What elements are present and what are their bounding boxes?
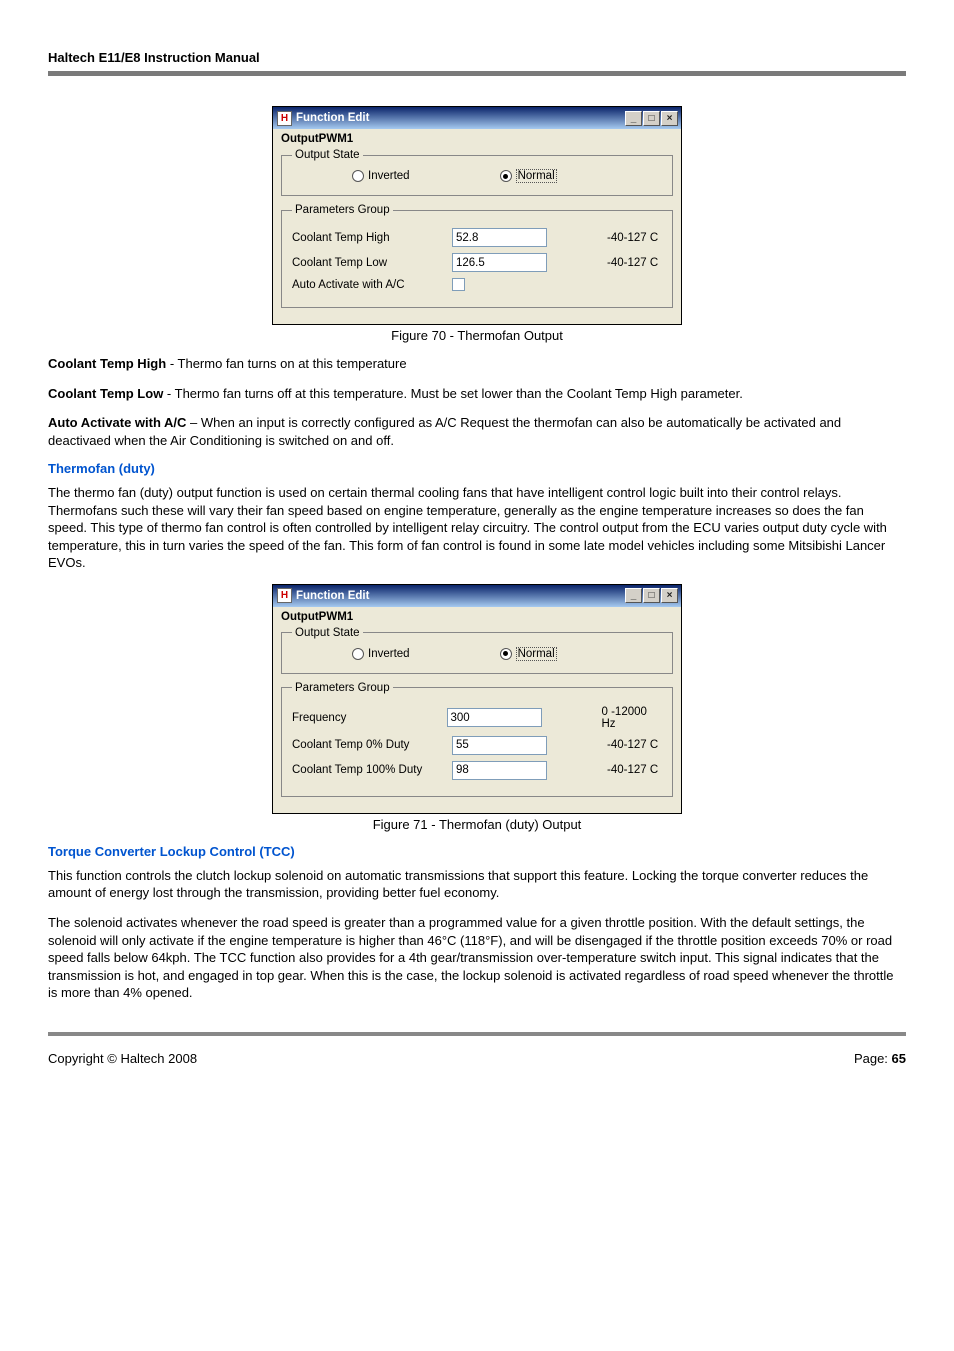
param-range: -40-127 C: [607, 257, 658, 269]
radio-normal[interactable]: [500, 170, 512, 182]
param-row-coolant-high: Coolant Temp High -40-127 C: [292, 228, 662, 247]
parameters-group: Parameters Group Frequency 0 -12000 Hz C…: [281, 682, 673, 797]
param-label: Coolant Temp 100% Duty: [292, 764, 452, 776]
param-label: Coolant Temp Low: [292, 257, 452, 269]
radio-inverted-label: Inverted: [368, 170, 410, 182]
radio-normal[interactable]: [500, 648, 512, 660]
thermofan-duty-body: The thermo fan (duty) output function is…: [48, 484, 906, 572]
term: Coolant Temp High: [48, 356, 166, 371]
header-rule: [48, 71, 906, 76]
section-tcc: Torque Converter Lockup Control (TCC): [48, 844, 906, 859]
param-row-duty-0: Coolant Temp 0% Duty -40-127 C: [292, 736, 662, 755]
radio-inverted[interactable]: [352, 648, 364, 660]
radio-normal-label: Normal: [516, 647, 557, 661]
function-edit-dialog-1: H Function Edit _ □ × OutputPWM1 Output …: [272, 106, 682, 325]
close-button[interactable]: ×: [661, 111, 678, 126]
param-label: Auto Activate with A/C: [292, 279, 452, 291]
footer-rule: [48, 1032, 906, 1036]
term: Coolant Temp Low: [48, 386, 163, 401]
param-row-auto-activate: Auto Activate with A/C: [292, 278, 662, 291]
coolant-low-desc: Coolant Temp Low - Thermo fan turns off …: [48, 385, 906, 403]
frequency-input[interactable]: [447, 708, 542, 727]
definition: - Thermo fan turns off at this temperatu…: [163, 386, 743, 401]
output-state-legend: Output State: [292, 149, 363, 161]
maximize-button[interactable]: □: [643, 111, 660, 126]
figure-caption-71: Figure 71 - Thermofan (duty) Output: [48, 817, 906, 832]
page-number: Page: 65: [854, 1051, 906, 1066]
output-state-group: Output State Inverted Normal: [281, 149, 673, 196]
section-thermofan-duty: Thermofan (duty): [48, 461, 906, 476]
duty-100-input[interactable]: [452, 761, 547, 780]
function-edit-dialog-2: H Function Edit _ □ × OutputPWM1 Output …: [272, 584, 682, 814]
param-range: 0 -12000 Hz: [602, 706, 663, 730]
parameters-legend: Parameters Group: [292, 682, 393, 694]
parameters-legend: Parameters Group: [292, 204, 393, 216]
definition: - Thermo fan turns on at this temperatur…: [166, 356, 406, 371]
dialog-titlebar: H Function Edit _ □ ×: [273, 107, 681, 129]
param-range: -40-127 C: [607, 232, 658, 244]
figure-caption-70: Figure 70 - Thermofan Output: [48, 328, 906, 343]
app-icon: H: [277, 111, 292, 126]
duty-0-input[interactable]: [452, 736, 547, 755]
dialog-title: Function Edit: [296, 112, 369, 124]
close-button[interactable]: ×: [661, 588, 678, 603]
page-label: Page:: [854, 1051, 892, 1066]
param-row-duty-100: Coolant Temp 100% Duty -40-127 C: [292, 761, 662, 780]
coolant-high-desc: Coolant Temp High - Thermo fan turns on …: [48, 355, 906, 373]
output-name: OutputPWM1: [281, 611, 673, 623]
radio-inverted[interactable]: [352, 170, 364, 182]
param-label: Coolant Temp High: [292, 232, 452, 244]
param-row-frequency: Frequency 0 -12000 Hz: [292, 706, 662, 730]
coolant-low-input[interactable]: [452, 253, 547, 272]
output-name: OutputPWM1: [281, 133, 673, 145]
page-header: Haltech E11/E8 Instruction Manual: [48, 50, 906, 65]
dialog-titlebar: H Function Edit _ □ ×: [273, 585, 681, 607]
term: Auto Activate with A/C: [48, 415, 186, 430]
param-range: -40-127 C: [607, 764, 658, 776]
tcc-body-2: The solenoid activates whenever the road…: [48, 914, 906, 1002]
dialog-title: Function Edit: [296, 590, 369, 602]
tcc-body-1: This function controls the clutch lockup…: [48, 867, 906, 902]
coolant-high-input[interactable]: [452, 228, 547, 247]
auto-activate-checkbox[interactable]: [452, 278, 465, 291]
output-state-legend: Output State: [292, 627, 363, 639]
app-icon: H: [277, 588, 292, 603]
radio-normal-label: Normal: [516, 169, 557, 183]
minimize-button[interactable]: _: [625, 588, 642, 603]
output-state-group: Output State Inverted Normal: [281, 627, 673, 674]
param-range: -40-127 C: [607, 739, 658, 751]
parameters-group: Parameters Group Coolant Temp High -40-1…: [281, 204, 673, 308]
param-label: Coolant Temp 0% Duty: [292, 739, 452, 751]
minimize-button[interactable]: _: [625, 111, 642, 126]
page-num: 65: [892, 1051, 906, 1066]
radio-inverted-label: Inverted: [368, 648, 410, 660]
auto-activate-desc: Auto Activate with A/C – When an input i…: [48, 414, 906, 449]
param-label: Frequency: [292, 712, 447, 724]
copyright: Copyright © Haltech 2008: [48, 1051, 197, 1066]
maximize-button[interactable]: □: [643, 588, 660, 603]
param-row-coolant-low: Coolant Temp Low -40-127 C: [292, 253, 662, 272]
